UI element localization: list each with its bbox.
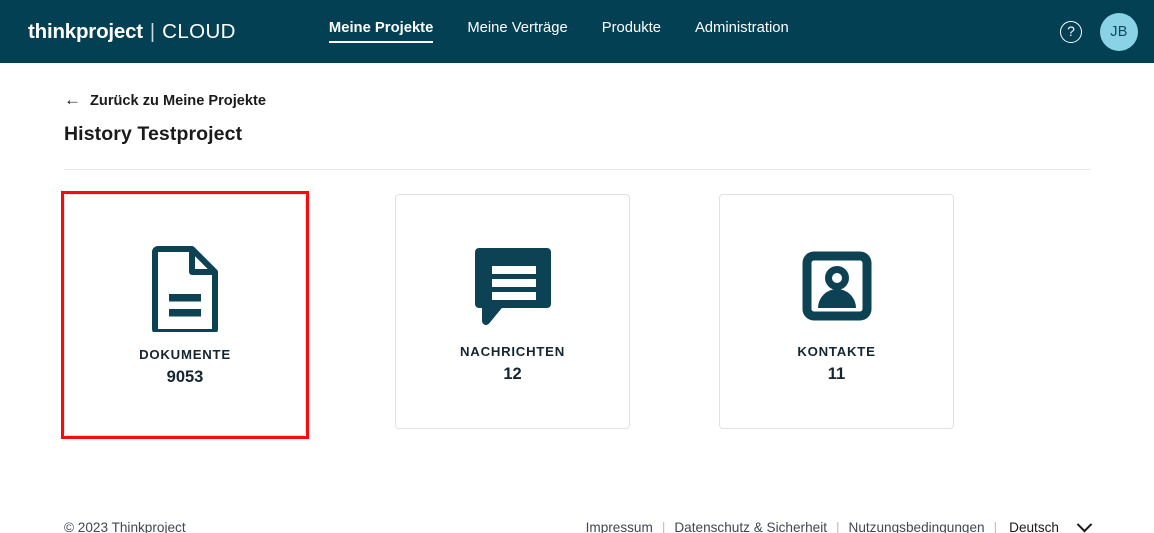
language-selected-label: Deutsch bbox=[1009, 520, 1059, 533]
footer-link-nutzungsbedingungen[interactable]: Nutzungsbedingungen bbox=[849, 520, 985, 533]
language-selector[interactable]: Deutsch bbox=[1009, 520, 1090, 533]
nav-item-meine-projekte[interactable]: Meine Projekte bbox=[329, 20, 433, 43]
main-content: ← Zurück zu Meine Projekte History Testp… bbox=[0, 92, 1154, 533]
app-header: thinkproject | CLOUD Meine Projekte Mein… bbox=[0, 0, 1154, 63]
message-icon bbox=[474, 240, 552, 332]
footer-separator-3: | bbox=[994, 520, 998, 533]
nav-item-administration[interactable]: Administration bbox=[695, 20, 789, 43]
card-label-kontakte: KONTAKTE bbox=[797, 344, 875, 359]
help-icon[interactable]: ? bbox=[1060, 21, 1082, 43]
document-icon bbox=[152, 243, 218, 335]
avatar[interactable]: JB bbox=[1100, 13, 1138, 51]
card-wrapper-nachrichten: NACHRICHTEN 12 bbox=[395, 194, 630, 436]
footer-separator-1: | bbox=[662, 520, 666, 533]
logo-brand-text: thinkproject bbox=[28, 20, 143, 44]
project-cards: DOKUMENTE 9053 NACHRICHTEN 12 bbox=[64, 194, 1090, 436]
nav-item-produkte[interactable]: Produkte bbox=[602, 20, 661, 43]
card-wrapper-kontakte: KONTAKTE 11 bbox=[719, 194, 954, 436]
card-label-nachrichten: NACHRICHTEN bbox=[460, 344, 565, 359]
brand-logo[interactable]: thinkproject | CLOUD bbox=[28, 20, 236, 44]
card-label-dokumente: DOKUMENTE bbox=[139, 347, 231, 362]
card-count-dokumente: 9053 bbox=[167, 368, 204, 387]
footer-link-datenschutz[interactable]: Datenschutz & Sicherheit bbox=[674, 520, 827, 533]
copyright-text: © 2023 Thinkproject bbox=[64, 520, 186, 533]
page-footer: © 2023 Thinkproject Impressum | Datensch… bbox=[64, 520, 1090, 533]
footer-link-impressum[interactable]: Impressum bbox=[586, 520, 653, 533]
logo-separator: | bbox=[150, 21, 155, 44]
footer-links: Impressum | Datenschutz & Sicherheit | N… bbox=[586, 520, 1090, 533]
page-title: History Testproject bbox=[64, 123, 1090, 146]
back-link-label: Zurück zu Meine Projekte bbox=[90, 93, 266, 109]
logo-product-text: CLOUD bbox=[162, 20, 236, 44]
card-nachrichten[interactable]: NACHRICHTEN 12 bbox=[395, 194, 630, 429]
card-count-nachrichten: 12 bbox=[503, 365, 521, 384]
card-count-kontakte: 11 bbox=[828, 365, 845, 384]
back-to-projects-link[interactable]: ← Zurück zu Meine Projekte bbox=[64, 92, 266, 109]
section-divider bbox=[64, 169, 1090, 170]
header-actions: ? JB bbox=[1060, 13, 1138, 51]
card-dokumente[interactable]: DOKUMENTE 9053 bbox=[64, 194, 306, 436]
nav-item-meine-vertraege[interactable]: Meine Verträge bbox=[467, 20, 567, 43]
footer-separator-2: | bbox=[836, 520, 840, 533]
main-navigation: Meine Projekte Meine Verträge Produkte A… bbox=[329, 20, 789, 43]
arrow-left-icon: ← bbox=[64, 91, 81, 108]
card-wrapper-dokumente: DOKUMENTE 9053 bbox=[64, 194, 306, 436]
card-kontakte[interactable]: KONTAKTE 11 bbox=[719, 194, 954, 429]
chevron-down-icon bbox=[1077, 517, 1093, 533]
contact-icon bbox=[802, 240, 872, 332]
